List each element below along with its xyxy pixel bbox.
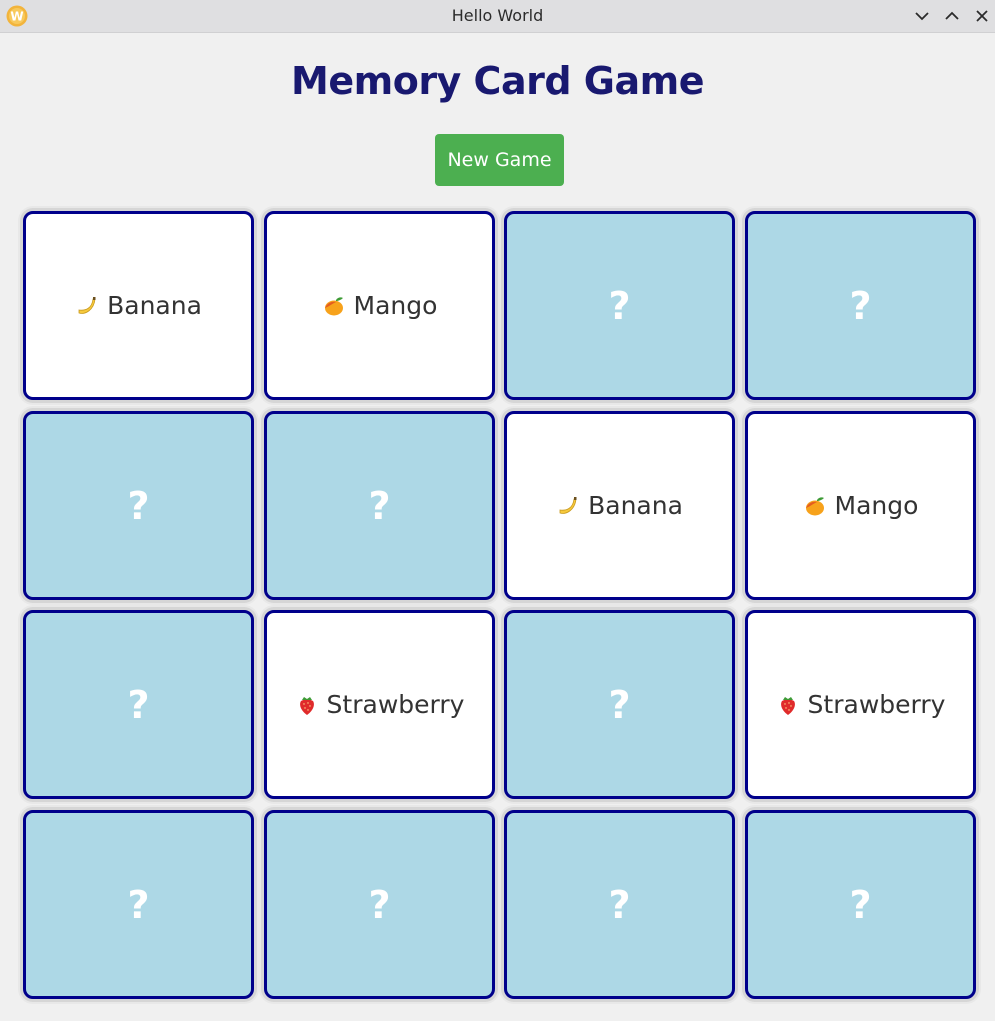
memory-card[interactable]: ? — [264, 810, 495, 999]
card-label: Strawberry — [326, 690, 465, 719]
card-back-label: ? — [849, 283, 872, 328]
app-window: W Hello World Memory Card Game New Game … — [0, 0, 995, 1021]
card-label: Banana — [588, 491, 683, 520]
new-game-button[interactable]: New Game — [435, 134, 564, 186]
memory-card[interactable]: Banana — [504, 411, 735, 600]
banana-icon — [75, 294, 99, 318]
memory-card[interactable]: Mango — [264, 211, 495, 400]
card-back-label: ? — [608, 682, 631, 727]
card-label: Strawberry — [807, 690, 946, 719]
card-label: Mango — [353, 291, 438, 320]
memory-card[interactable]: ? — [504, 810, 735, 999]
card-face: Mango — [803, 491, 919, 520]
page-title: Memory Card Game — [291, 59, 704, 103]
memory-card[interactable]: ? — [23, 411, 254, 600]
card-back-label: ? — [608, 882, 631, 927]
memory-card[interactable]: ? — [23, 810, 254, 999]
game-container: Memory Card Game New Game Banana Mango???… — [0, 33, 995, 1021]
card-back-label: ? — [368, 483, 391, 528]
mango-icon — [322, 294, 346, 318]
card-back-label: ? — [368, 882, 391, 927]
memory-card[interactable]: Banana — [23, 211, 254, 400]
card-label: Mango — [834, 491, 919, 520]
memory-card[interactable]: ? — [264, 411, 495, 600]
strawberry-icon — [295, 693, 319, 717]
memory-card[interactable]: ? — [745, 810, 976, 999]
memory-card[interactable]: ? — [504, 610, 735, 799]
card-face: Banana — [556, 491, 683, 520]
card-face: Strawberry — [295, 690, 465, 719]
card-face: Mango — [322, 291, 438, 320]
card-back-label: ? — [849, 882, 872, 927]
memory-card[interactable]: Strawberry — [264, 610, 495, 799]
maximize-icon[interactable] — [940, 4, 964, 28]
card-back-label: ? — [127, 682, 150, 727]
memory-card[interactable]: ? — [745, 211, 976, 400]
title-bar: W Hello World — [0, 0, 995, 33]
card-back-label: ? — [127, 483, 150, 528]
card-back-label: ? — [127, 882, 150, 927]
strawberry-icon — [776, 693, 800, 717]
memory-card[interactable]: ? — [504, 211, 735, 400]
card-back-label: ? — [608, 283, 631, 328]
card-label: Banana — [107, 291, 202, 320]
banana-icon — [556, 494, 580, 518]
memory-card[interactable]: ? — [23, 610, 254, 799]
card-face: Strawberry — [776, 690, 946, 719]
window-title: Hello World — [451, 6, 544, 25]
memory-card[interactable]: Mango — [745, 411, 976, 600]
close-icon[interactable] — [970, 4, 994, 28]
card-face: Banana — [75, 291, 202, 320]
minimize-icon[interactable] — [910, 4, 934, 28]
mango-icon — [803, 494, 827, 518]
memory-card[interactable]: Strawberry — [745, 610, 976, 799]
